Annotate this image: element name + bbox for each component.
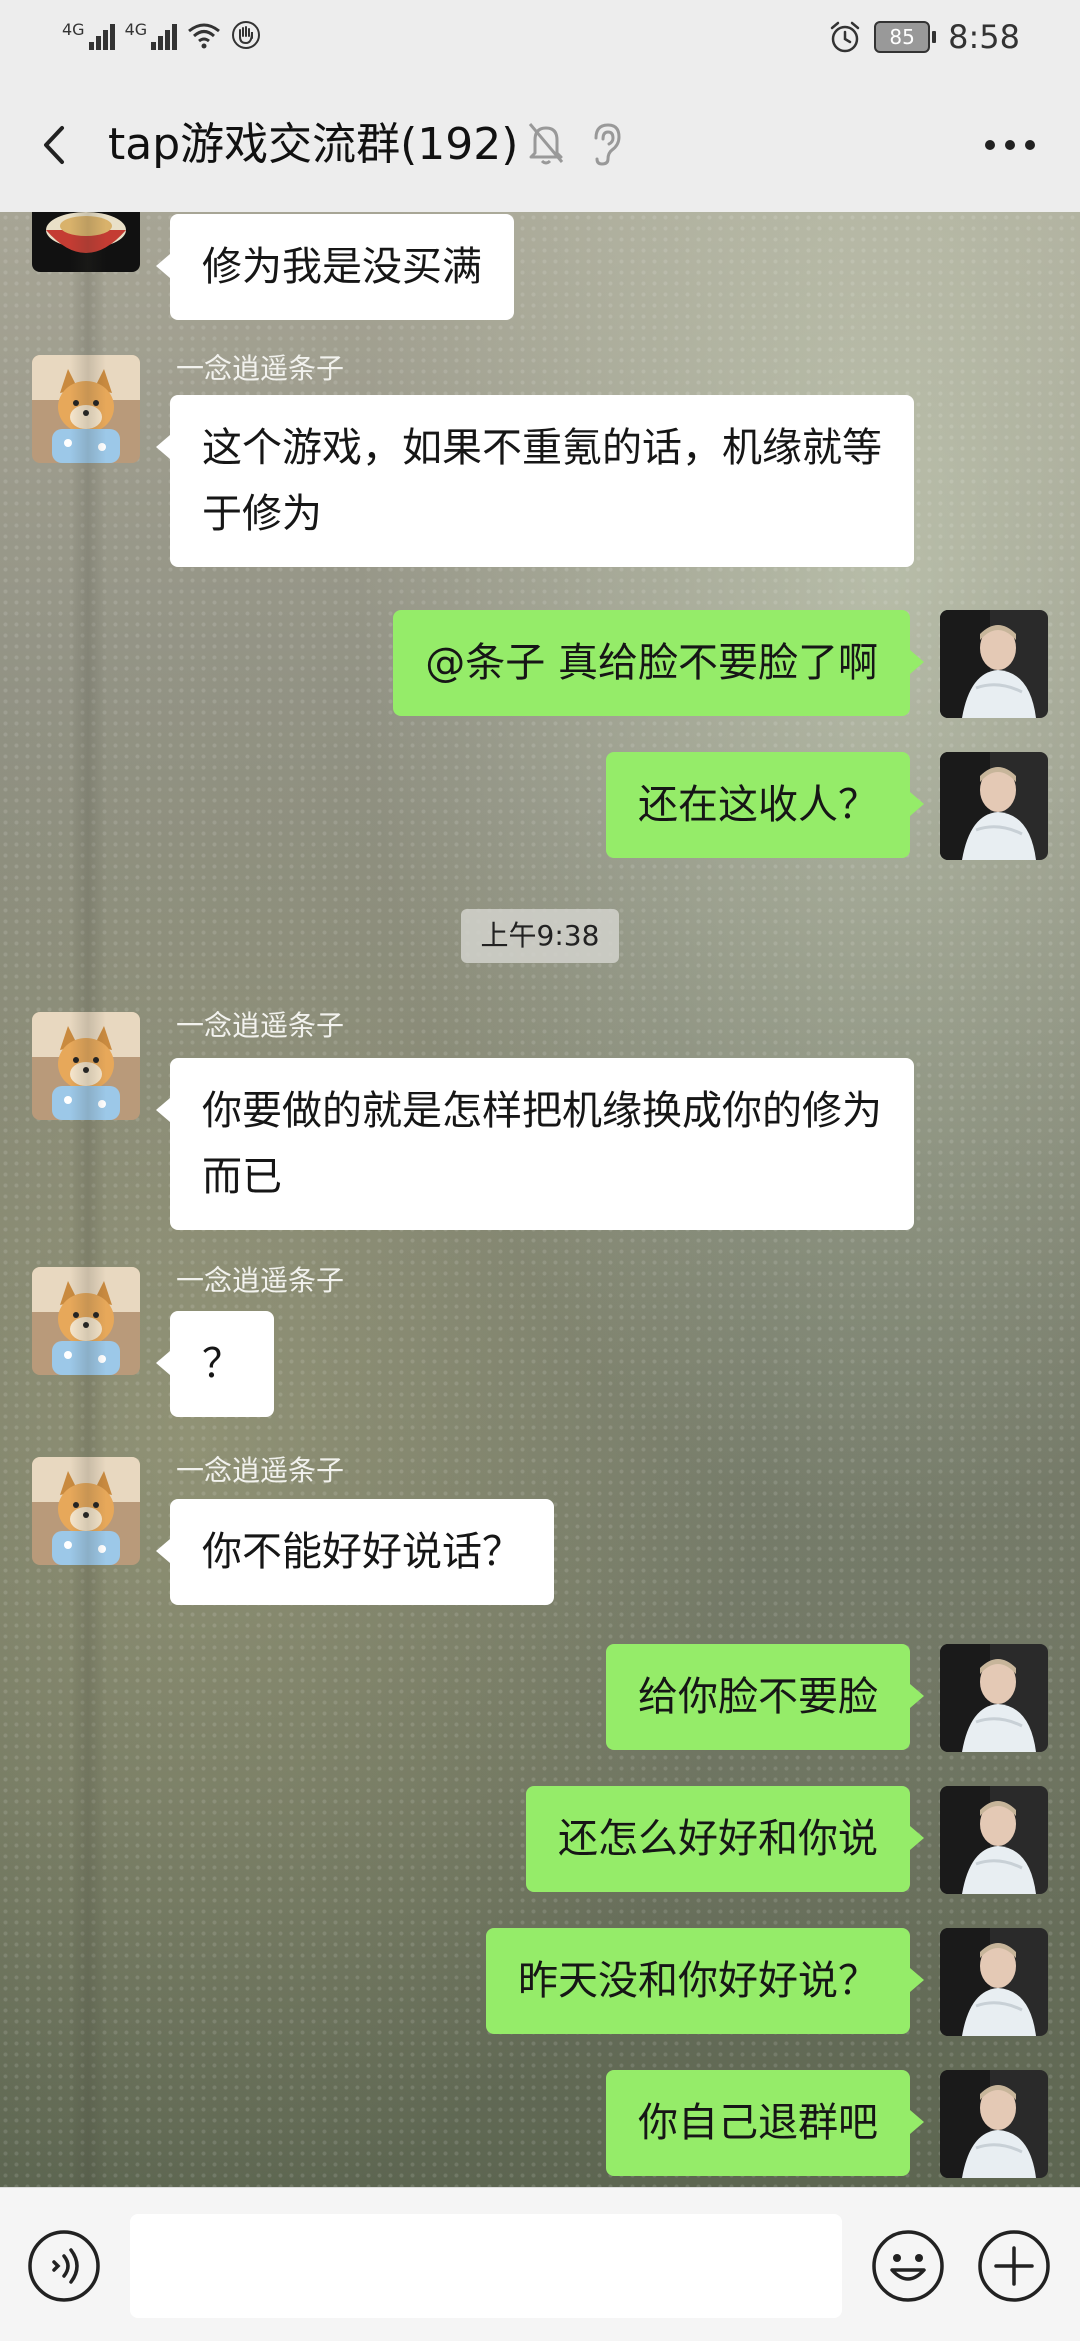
signal-icon: 4G xyxy=(62,20,115,50)
message-bubble[interactable]: 修为我是没买满 xyxy=(156,214,514,320)
status-bar: 4G 4G 85 8:58 xyxy=(0,0,1080,80)
signal-icon: 4G xyxy=(125,20,178,50)
sender-name: 一念逍遥条子 xyxy=(176,352,345,385)
message-bubble[interactable]: 还怎么好好和你说 xyxy=(526,1786,924,1892)
message-bubble[interactable]: 给你脸不要脸 xyxy=(606,1644,924,1750)
network-type-label: 4G xyxy=(124,20,148,39)
voice-icon[interactable] xyxy=(26,2228,102,2304)
message-row: 一念逍遥条子 这个游戏，如果不重氪的话，机缘就等于修为 xyxy=(0,352,1080,595)
message-row: 一念逍遥条子 你不能好好说话？ xyxy=(0,1454,1080,1617)
message-row: 昨天没和你好好说？ xyxy=(0,1928,1080,2048)
dog-avatar[interactable] xyxy=(32,355,140,463)
message-row: 还在这收人？ xyxy=(0,752,1080,872)
dog-avatar[interactable] xyxy=(32,1267,140,1375)
sender-name: 一念逍遥条子 xyxy=(176,1454,345,1487)
message-bubble[interactable]: 你不能好好说话？ xyxy=(156,1499,554,1605)
hand-icon xyxy=(232,21,261,49)
network-type-label: 4G xyxy=(62,20,85,39)
battery-icon: 85 xyxy=(874,21,937,53)
timestamp-badge: 上午9:38 xyxy=(461,909,619,963)
wifi-icon xyxy=(188,23,221,49)
chat-area[interactable]: 修为我是没买满 一念逍遥条子 这个游戏，如果不重氪的话，机缘就等于修为 @条子 … xyxy=(0,212,1080,2187)
plus-icon[interactable] xyxy=(976,2228,1052,2304)
message-bubble[interactable]: 这个游戏，如果不重氪的话，机缘就等于修为 xyxy=(156,395,914,567)
ear-icon xyxy=(594,123,621,166)
message-row: 你自己退群吧 xyxy=(0,2070,1080,2187)
message-bubble[interactable]: ？ xyxy=(156,1311,274,1417)
message-bubble[interactable]: 你自己退群吧 xyxy=(606,2070,924,2176)
input-bar xyxy=(0,2187,1080,2341)
sender-name: 一念逍遥条子 xyxy=(176,1264,345,1297)
message-bubble[interactable]: 你要做的就是怎样把机缘换成你的修为而已 xyxy=(156,1058,914,1230)
dog-avatar[interactable] xyxy=(32,1457,140,1565)
message-bubble[interactable]: 还在这收人？ xyxy=(606,752,924,858)
battery-level: 85 xyxy=(874,21,931,53)
status-left: 4G 4G xyxy=(62,20,261,50)
man-avatar[interactable] xyxy=(940,1786,1048,1894)
man-avatar[interactable] xyxy=(940,1928,1048,2036)
message-row: 给你脸不要脸 xyxy=(0,1644,1080,1764)
dog-avatar[interactable] xyxy=(32,1012,140,1120)
chat-header: tap游戏交流群(192) xyxy=(0,80,1080,213)
message-row: @条子 真给脸不要脸了啊 xyxy=(0,610,1080,730)
man-avatar[interactable] xyxy=(940,752,1048,860)
alarm-icon xyxy=(830,21,860,53)
bowl-avatar[interactable] xyxy=(32,212,140,272)
more-icon[interactable] xyxy=(980,120,1040,170)
clock-time: 8:58 xyxy=(948,18,1020,56)
status-right: 85 8:58 xyxy=(828,18,1020,56)
sender-name: 一念逍遥条子 xyxy=(176,1009,345,1042)
page-title: tap游戏交流群(192) xyxy=(108,119,519,170)
back-icon[interactable] xyxy=(32,120,82,170)
message-bubble[interactable]: 昨天没和你好好说？ xyxy=(486,1928,924,2034)
man-avatar[interactable] xyxy=(940,610,1048,718)
message-row: 一念逍遥条子 ？ xyxy=(0,1264,1080,1427)
message-row: 修为我是没买满 xyxy=(0,212,1080,332)
mute-bell-icon xyxy=(528,123,564,165)
header-status-icons xyxy=(526,120,624,166)
emoji-icon[interactable] xyxy=(870,2228,946,2304)
message-row: 一念逍遥条子 你要做的就是怎样把机缘换成你的修为而已 xyxy=(0,1009,1080,1252)
message-input[interactable] xyxy=(130,2214,842,2318)
message-bubble[interactable]: @条子 真给脸不要脸了啊 xyxy=(393,610,924,716)
message-row: 还怎么好好和你说 xyxy=(0,1786,1080,1906)
man-avatar[interactable] xyxy=(940,2070,1048,2178)
man-avatar[interactable] xyxy=(940,1644,1048,1752)
